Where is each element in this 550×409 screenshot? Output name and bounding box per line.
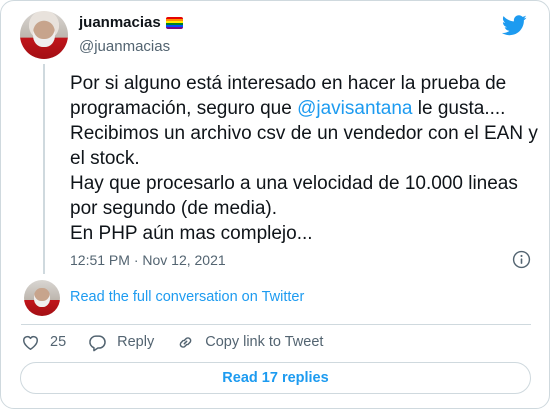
tweet-timestamp[interactable]: 12:51 PM · Nov 12, 2021 (70, 252, 226, 268)
read-replies-button[interactable]: Read 17 replies (20, 362, 531, 394)
author-avatar[interactable] (20, 11, 68, 59)
link-icon (179, 336, 192, 348)
reply-label: Reply (117, 334, 155, 350)
author-name[interactable]: juanmacias (79, 14, 161, 31)
like-count: 25 (50, 334, 67, 350)
divider (21, 324, 531, 325)
read-replies-label: Read 17 replies (222, 370, 329, 386)
tweet-text-line: En PHP aún mas complejo... (70, 223, 313, 244)
reply-button[interactable]: Reply (88, 333, 154, 352)
info-icon[interactable] (512, 250, 531, 269)
heart-icon (23, 335, 38, 350)
copy-link-label: Copy link to Tweet (205, 334, 324, 350)
tweet-text: Por si alguno está interesado en hacer l… (70, 71, 540, 246)
author-name-row[interactable]: juanmacias (79, 14, 183, 31)
tweet-text-line: Hay que procesarlo a una velocidad de 10… (70, 173, 518, 219)
author-avatar-small[interactable] (24, 280, 60, 316)
mention-link[interactable]: @javisantana (297, 98, 412, 119)
author-handle[interactable]: @juanmacias (79, 38, 170, 55)
tweet-actions: 25 Reply Copy link to Tweet (21, 332, 345, 352)
speech-bubble-icon (89, 334, 106, 351)
tweet-embed-card: juanmacias @juanmacias Por si alguno est… (0, 0, 550, 409)
twitter-bird-icon[interactable] (502, 15, 527, 36)
thread-connector-line (43, 64, 45, 274)
read-conversation-link[interactable]: Read the full conversation on Twitter (70, 289, 304, 305)
copy-link-button[interactable]: Copy link to Tweet (176, 333, 323, 352)
like-button[interactable]: 25 (21, 333, 66, 352)
rainbow-flag-icon (165, 16, 183, 29)
